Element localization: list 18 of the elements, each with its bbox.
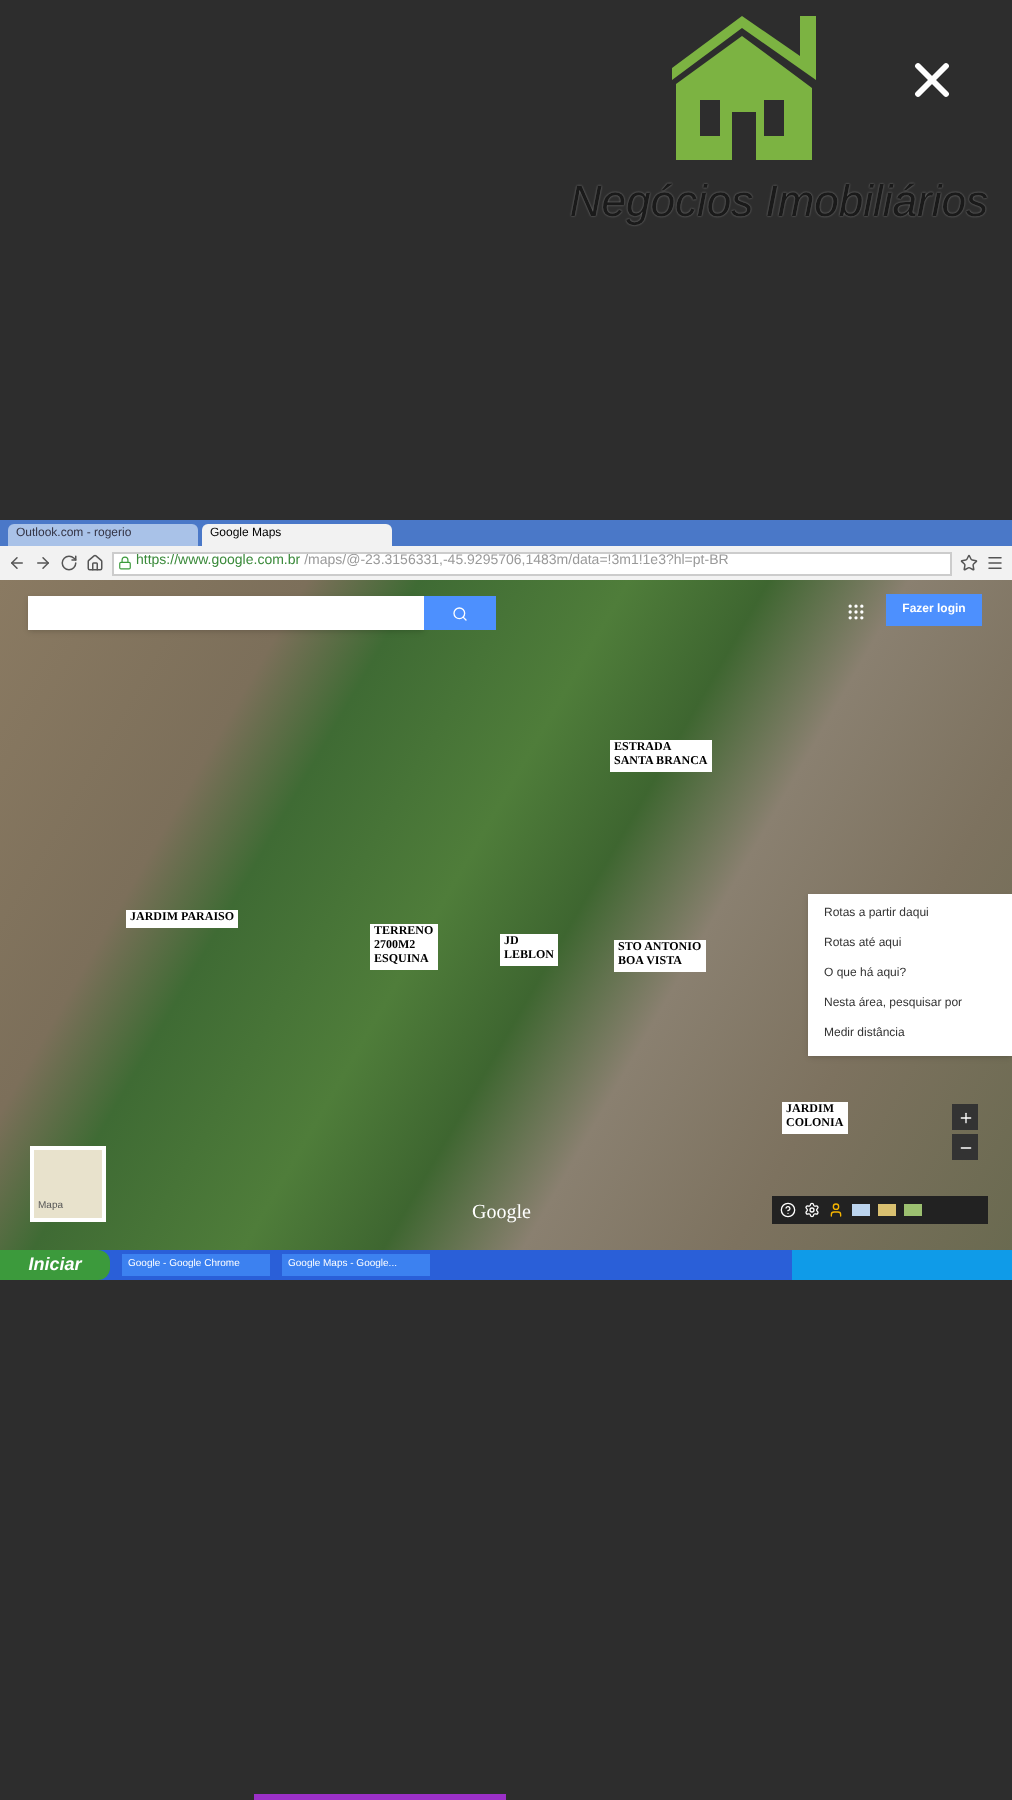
apps-icon[interactable] xyxy=(846,602,866,622)
menu-icon[interactable] xyxy=(986,554,1004,572)
back-icon[interactable] xyxy=(8,554,26,572)
pegman-icon[interactable] xyxy=(828,1202,844,1218)
search-field[interactable] xyxy=(28,596,424,630)
zoom-out-button[interactable] xyxy=(952,1134,978,1160)
plus-icon xyxy=(957,1109,973,1125)
start-button[interactable]: Iniciar xyxy=(0,1250,110,1280)
star-icon[interactable] xyxy=(960,554,978,572)
search-icon xyxy=(452,605,468,621)
help-icon[interactable] xyxy=(780,1202,796,1218)
forward-icon[interactable] xyxy=(34,554,52,572)
lock-icon xyxy=(118,556,132,570)
zoom-in-button[interactable] xyxy=(952,1104,978,1130)
home-icon[interactable] xyxy=(86,554,104,572)
map-watermark: Google xyxy=(472,1200,531,1228)
settings-icon[interactable] xyxy=(804,1202,820,1218)
reload-icon[interactable] xyxy=(60,554,78,572)
